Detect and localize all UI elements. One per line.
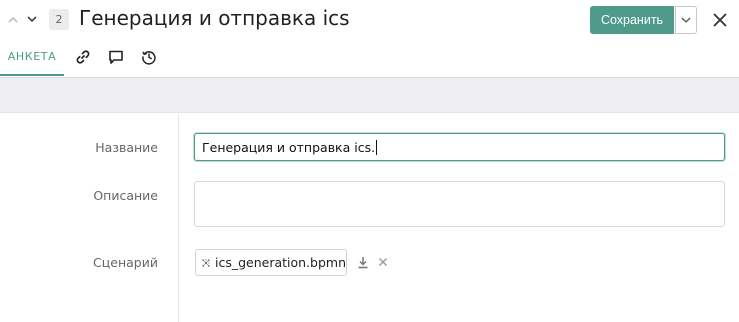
history-icon <box>142 51 156 65</box>
chevron-up-icon[interactable] <box>7 13 19 25</box>
bpmn-diagram-icon <box>202 258 210 267</box>
tab-comments[interactable] <box>105 46 127 68</box>
scenario-file-chip[interactable]: ics_generation.bpmn <box>195 249 347 276</box>
description-textarea[interactable] <box>194 181 725 227</box>
chevron-down-icon <box>681 17 691 23</box>
download-icon <box>358 256 368 268</box>
name-input-value: Генерация и отправка ics. <box>202 139 376 155</box>
remove-file-button[interactable] <box>376 255 390 269</box>
name-label: Название <box>95 140 158 155</box>
tab-bar: АНКЕТА <box>0 42 739 76</box>
download-button[interactable] <box>356 255 370 269</box>
save-options-button[interactable] <box>675 6 697 34</box>
header: 2 Генерация и отправка ics Сохранить <box>0 0 739 42</box>
tab-history[interactable] <box>138 46 160 68</box>
section-divider-band <box>0 77 739 113</box>
page-title: Генерация и отправка ics <box>79 6 350 30</box>
tab-links[interactable] <box>72 46 94 68</box>
close-button[interactable] <box>708 8 732 32</box>
scenario-label: Сценарий <box>93 255 158 270</box>
scenario-file-name: ics_generation.bpmn <box>214 255 346 270</box>
name-input[interactable]: Генерация и отправка ics. <box>194 133 725 161</box>
tab-anketa[interactable]: АНКЕТА <box>0 42 64 76</box>
close-icon <box>713 13 727 27</box>
close-icon <box>379 258 387 266</box>
chevron-down-icon[interactable] <box>26 13 38 25</box>
description-label: Описание <box>93 188 158 203</box>
save-button[interactable]: Сохранить <box>590 6 674 34</box>
text-cursor <box>376 139 378 155</box>
record-id-badge: 2 <box>49 9 69 30</box>
comment-icon <box>109 50 123 64</box>
link-icon <box>76 50 90 64</box>
